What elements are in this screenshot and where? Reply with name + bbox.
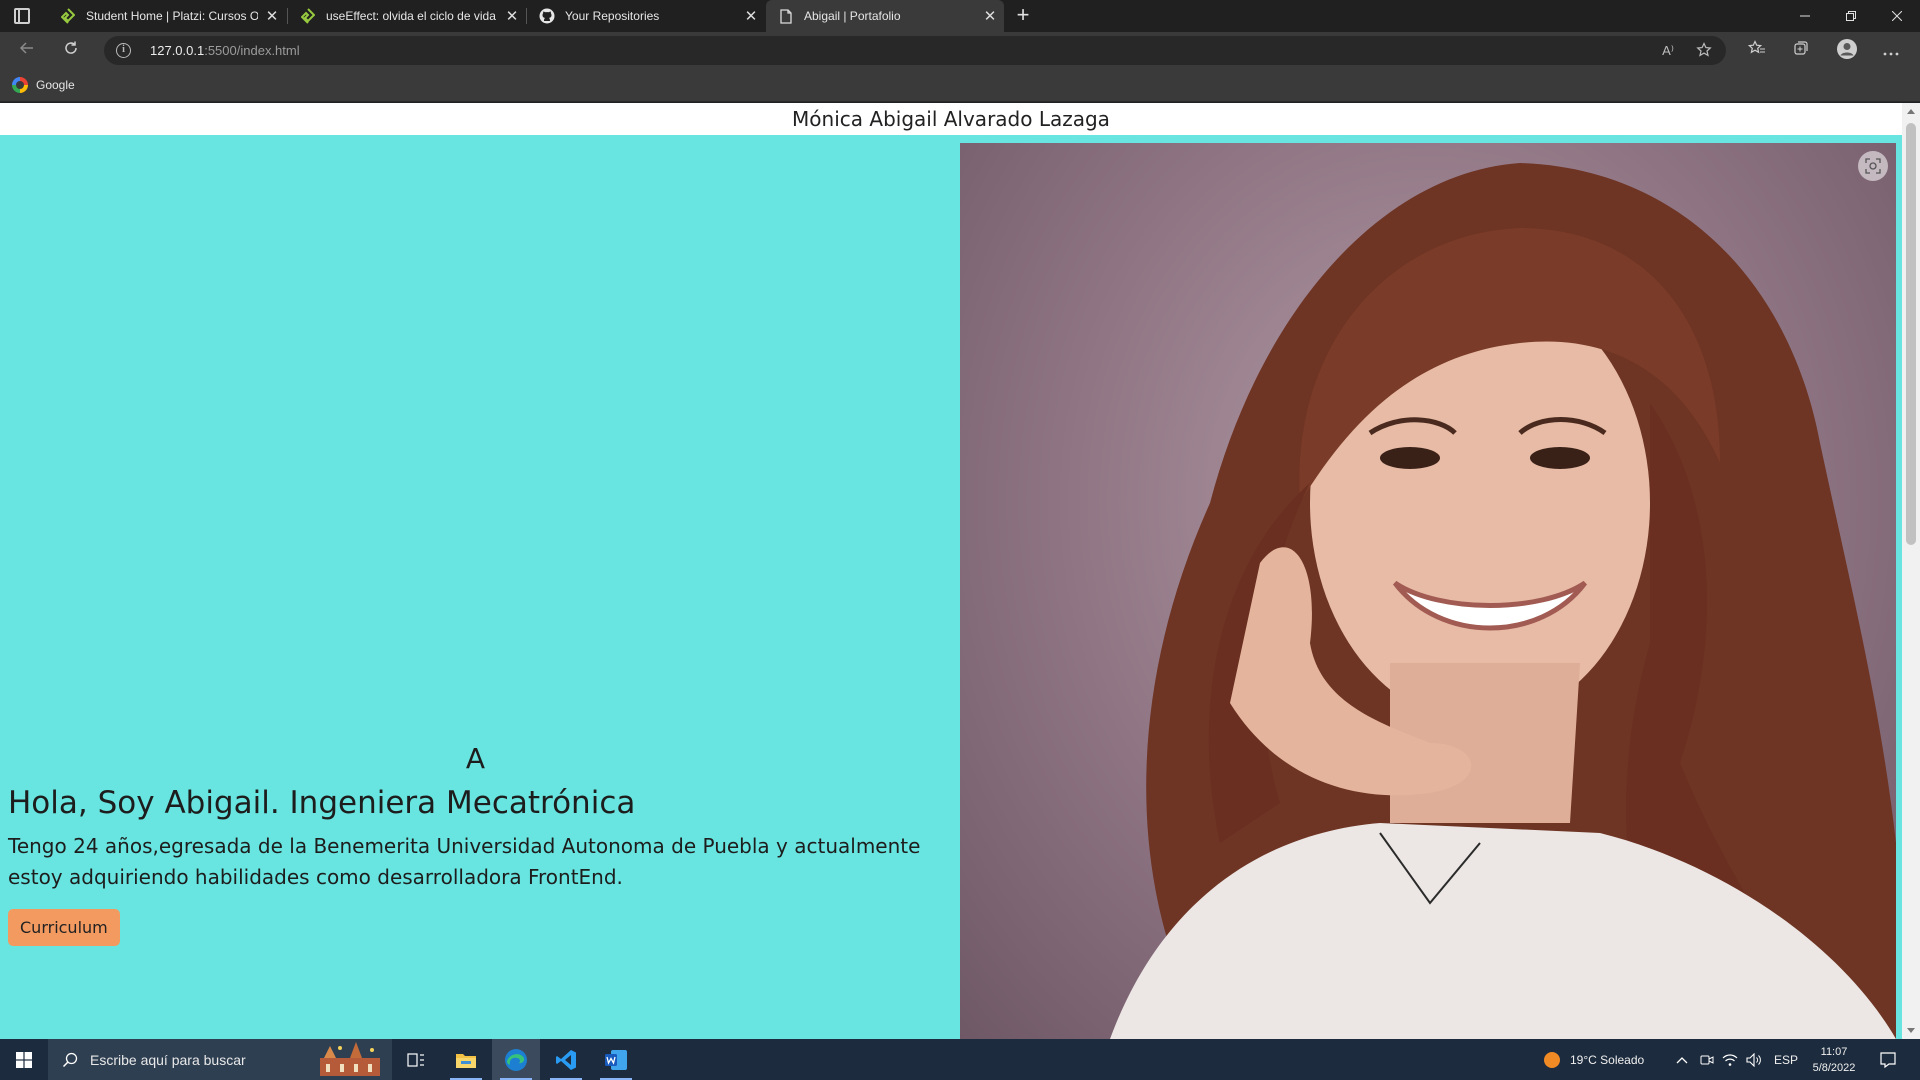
refresh-icon[interactable] xyxy=(58,38,84,64)
profile-avatar-icon[interactable] xyxy=(1834,38,1860,64)
favorites-icon[interactable] xyxy=(1744,38,1770,64)
scroll-up-arrow-icon[interactable] xyxy=(1907,109,1915,114)
weather-widget[interactable]: 19°C Soleado xyxy=(1544,1039,1644,1080)
tab-platzi-student-home[interactable]: Student Home | Platzi: Cursos Or ✕ xyxy=(48,0,286,32)
hero-letter: A xyxy=(465,742,486,775)
close-icon[interactable]: ✕ xyxy=(498,7,526,25)
site-info-icon[interactable]: i xyxy=(116,43,131,58)
page-scrollbar[interactable] xyxy=(1902,103,1920,1039)
url-text[interactable]: 127.0.0.1:5500/index.html xyxy=(150,43,300,58)
sun-weather-icon xyxy=(1544,1051,1560,1068)
portrait-illustration xyxy=(1110,163,1896,1039)
more-menu-icon[interactable] xyxy=(1878,38,1904,64)
windows-start-icon[interactable] xyxy=(0,1039,48,1080)
search-placeholder: Escribe aquí para buscar xyxy=(90,1051,246,1068)
taskbar-search-box[interactable]: Escribe aquí para buscar xyxy=(48,1039,392,1080)
weather-text: 19°C Soleado xyxy=(1570,1052,1645,1067)
tab-actions-icon[interactable] xyxy=(14,8,30,24)
new-tab-button[interactable]: + xyxy=(1010,3,1036,29)
close-icon[interactable]: ✕ xyxy=(258,7,286,25)
task-view-icon[interactable] xyxy=(392,1039,440,1080)
edge-browser-icon[interactable] xyxy=(492,1039,540,1080)
url-host: 127.0.0.1 xyxy=(150,43,205,58)
scroll-down-arrow-icon[interactable] xyxy=(1907,1028,1915,1033)
address-bar[interactable]: i 127.0.0.1:5500/index.html A⁾ xyxy=(104,36,1726,65)
tab-useeffect[interactable]: useEffect: olvida el ciclo de vida ✕ xyxy=(288,0,526,32)
bookmark-google[interactable]: Google xyxy=(12,77,75,93)
restore-button[interactable] xyxy=(1828,0,1874,32)
site-header: Mónica Abigail Alvarado Lazaga xyxy=(0,103,1902,135)
visual-search-icon[interactable] xyxy=(1858,151,1888,181)
tab-title: useEffect: olvida el ciclo de vida xyxy=(326,9,496,23)
platzi-icon xyxy=(300,8,316,24)
bookmark-label: Google xyxy=(36,78,75,92)
clock-time: 11:07 xyxy=(1820,1046,1848,1058)
tab-title: Student Home | Platzi: Cursos Or xyxy=(86,9,258,23)
profile-photo xyxy=(960,143,1896,1039)
collections-icon[interactable] xyxy=(1788,38,1814,64)
input-language[interactable]: ESP xyxy=(1774,1039,1798,1080)
url-path: :5500/index.html xyxy=(204,43,300,58)
close-icon[interactable]: ✕ xyxy=(737,7,765,25)
read-aloud-icon[interactable]: A⁾ xyxy=(1658,42,1678,60)
github-icon xyxy=(539,8,555,24)
system-clock[interactable]: 11:07 5/8/2022 xyxy=(1796,1044,1872,1076)
search-highlight-icon[interactable] xyxy=(310,1040,386,1079)
minimize-button[interactable] xyxy=(1782,0,1828,32)
bookmarks-bar: Google xyxy=(0,69,1920,102)
browser-toolbar: i 127.0.0.1:5500/index.html A⁾ xyxy=(0,32,1920,69)
tab-title: Your Repositories xyxy=(565,9,660,23)
vscode-icon[interactable] xyxy=(542,1039,590,1080)
show-hidden-icons-chevron-icon[interactable] xyxy=(1676,1039,1688,1080)
curriculum-button[interactable]: Curriculum xyxy=(8,909,120,946)
clock-date: 5/8/2022 xyxy=(1812,1062,1856,1074)
tab-title: Abigail | Portafolio xyxy=(804,9,901,23)
tab-your-repositories[interactable]: Your Repositories ✕ xyxy=(527,0,765,32)
page-icon xyxy=(778,8,794,24)
windows-taskbar: Escribe aquí para buscar 19°C Soleado ES… xyxy=(0,1039,1920,1080)
hero-description: Tengo 24 años,egresada de la Benemerita … xyxy=(8,834,921,889)
volume-icon[interactable] xyxy=(1746,1039,1762,1080)
notifications-icon[interactable] xyxy=(1880,1039,1896,1080)
close-icon[interactable]: ✕ xyxy=(976,7,1004,25)
close-window-button[interactable] xyxy=(1874,0,1920,32)
word-icon[interactable] xyxy=(592,1039,640,1080)
scrollbar-thumb[interactable] xyxy=(1906,123,1916,545)
search-icon xyxy=(62,1052,78,1068)
wifi-icon[interactable] xyxy=(1722,1039,1738,1080)
platzi-icon xyxy=(60,8,76,24)
hero-section: A Hola, Soy Abigail. Ingeniera Mecatróni… xyxy=(0,135,1902,1039)
meet-now-icon[interactable] xyxy=(1700,1039,1714,1080)
page-viewport: Mónica Abigail Alvarado Lazaga A Hola, S… xyxy=(0,103,1920,1039)
tab-abigail-portafolio[interactable]: Abigail | Portafolio ✕ xyxy=(766,0,1004,32)
hero-text-block: A Hola, Soy Abigail. Ingeniera Mecatróni… xyxy=(8,741,948,946)
hero-title: Hola, Soy Abigail. Ingeniera Mecatrónica xyxy=(8,785,636,821)
add-favorite-icon[interactable] xyxy=(1694,42,1714,60)
google-icon xyxy=(12,77,28,93)
browser-tab-strip: Student Home | Platzi: Cursos Or ✕ useEf… xyxy=(0,0,1920,32)
back-arrow-icon[interactable] xyxy=(14,38,40,64)
file-explorer-icon[interactable] xyxy=(442,1039,490,1080)
site-owner-name: Mónica Abigail Alvarado Lazaga xyxy=(792,107,1110,131)
